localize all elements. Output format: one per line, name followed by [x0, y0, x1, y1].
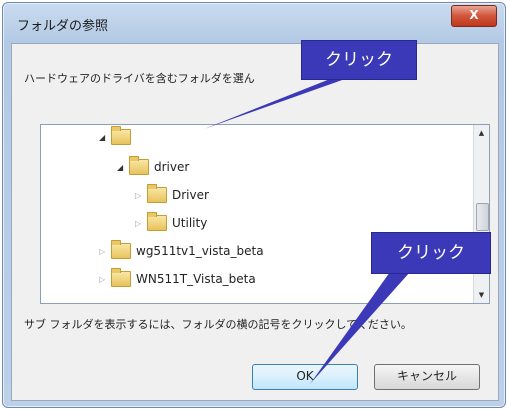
expand-arrow-icon[interactable]: ◢: [117, 163, 127, 172]
collapse-arrow-icon[interactable]: ▷: [135, 191, 145, 200]
click-callout-top: クリック: [301, 40, 417, 80]
folder-icon: [147, 212, 167, 231]
tree-row-label: Utility: [172, 216, 208, 230]
close-button[interactable]: X: [451, 5, 497, 27]
ok-button[interactable]: OK: [252, 364, 358, 390]
scroll-down-arrow-icon[interactable]: ▼: [475, 288, 488, 302]
click-callout-bottom: クリック: [371, 232, 491, 274]
selected-item-highlight: [155, 127, 245, 147]
folder-icon: [111, 240, 131, 259]
expand-arrow-icon[interactable]: ◢: [99, 133, 109, 142]
cancel-button[interactable]: キャンセル: [374, 364, 480, 390]
tree-row[interactable]: ▷ Driver: [135, 184, 209, 206]
folder-icon: [111, 268, 131, 287]
tree-row[interactable]: ▷ wg511tv1_vista_beta: [99, 240, 264, 262]
tree-row-label: WN511T_Vista_beta: [136, 272, 256, 286]
tree-row-label: Driver: [172, 188, 209, 202]
folder-icon: [111, 126, 131, 145]
tree-row[interactable]: ◢: [99, 126, 136, 148]
vertical-scrollbar[interactable]: ▲ ▼: [473, 125, 489, 303]
tree-row-label: driver: [154, 160, 190, 174]
scroll-thumb[interactable]: [476, 203, 489, 231]
folder-tree[interactable]: ◢ ◢ driver ▷ Driver ▷ Utility ▷ wg511tv1…: [40, 124, 490, 304]
dialog-body: ハードウェアのドライバを含むフォルダを選ん ◢ ◢ driver ▷ Drive…: [11, 43, 499, 401]
folder-icon: [129, 156, 149, 175]
hint-text: サブ フォルダを表示するには、フォルダの横の記号をクリックしてください。: [24, 318, 412, 331]
collapse-arrow-icon[interactable]: ▷: [99, 275, 109, 284]
tree-row-label: wg511tv1_vista_beta: [136, 244, 264, 258]
tree-row[interactable]: ◢ driver: [117, 156, 189, 178]
folder-browse-dialog: フォルダの参照 X ハードウェアのドライバを含むフォルダを選ん ◢ ◢ driv…: [2, 2, 506, 408]
tree-row[interactable]: ▷ WN511T_Vista_beta: [99, 268, 256, 290]
collapse-arrow-icon[interactable]: ▷: [135, 219, 145, 228]
folder-icon: [147, 184, 167, 203]
scroll-up-arrow-icon[interactable]: ▲: [475, 126, 488, 140]
window-title: フォルダの参照: [17, 19, 109, 34]
tree-row[interactable]: ▷ Utility: [135, 212, 207, 234]
collapse-arrow-icon[interactable]: ▷: [99, 247, 109, 256]
instruction-text: ハードウェアのドライバを含むフォルダを選ん: [24, 72, 255, 85]
